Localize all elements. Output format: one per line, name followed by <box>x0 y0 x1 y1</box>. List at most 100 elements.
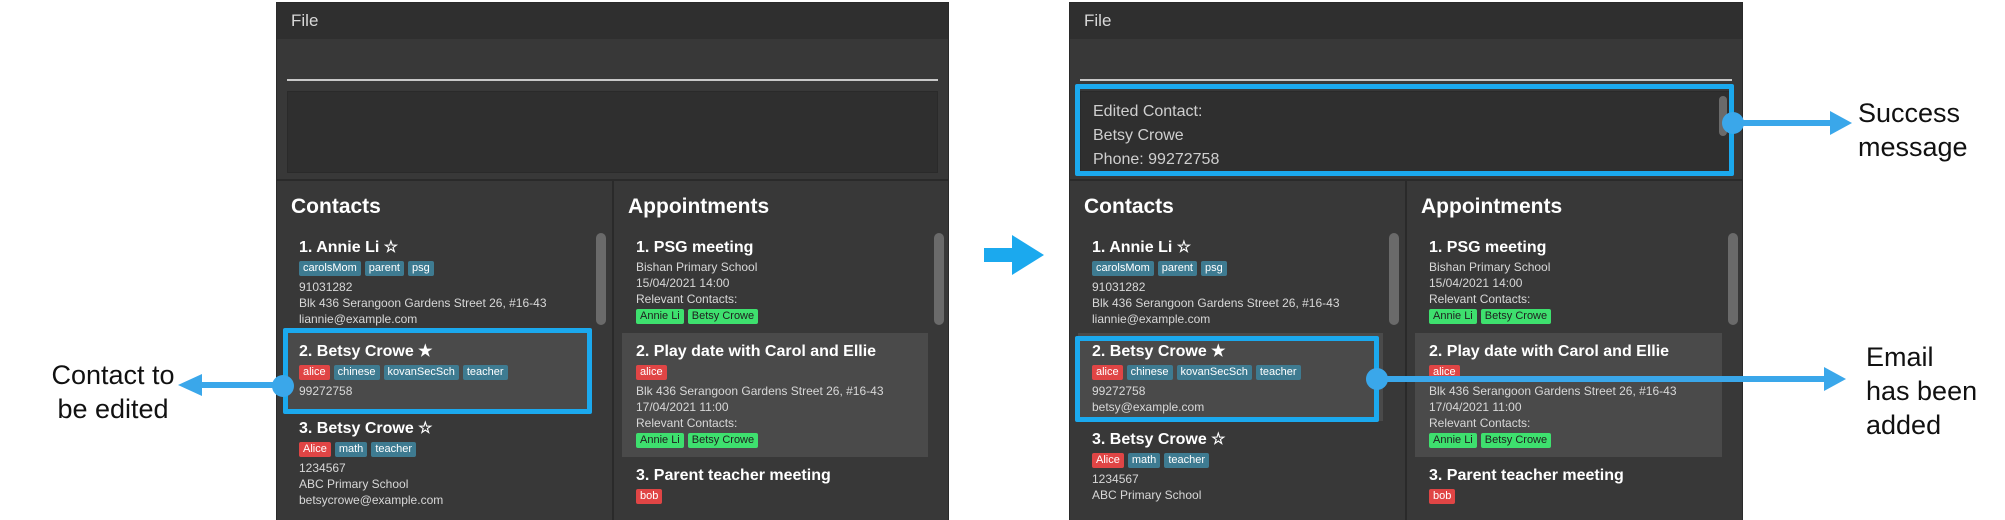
appointment-datetime: 15/04/2021 14:00 <box>1429 276 1523 290</box>
appointment-location: Bishan Primary School <box>636 260 758 274</box>
contacts-panel: Contacts 1. Annie Li ☆ carolsMom parent … <box>1070 181 1405 520</box>
appointment-location: Blk 436 Serangoon Gardens Street 26, #16… <box>1429 384 1677 398</box>
contact-address: Blk 436 Serangoon Gardens Street 26, #16… <box>1092 296 1340 310</box>
contact-email: liannie@example.com <box>299 312 418 326</box>
contact-tag: Betsy Crowe <box>687 433 759 448</box>
contacts-title: Contacts <box>1084 195 1174 218</box>
tag: teacher <box>1255 365 1301 380</box>
tag-list: carolsMom parent psg <box>1092 261 1369 277</box>
tag: parent <box>364 261 404 276</box>
contacts-scrollbar[interactable] <box>1389 233 1399 325</box>
menu-file[interactable]: File <box>1084 11 1111 30</box>
appointment-list[interactable]: 1. PSG meeting Bishan Primary School 15/… <box>622 229 928 520</box>
appointment-card[interactable]: 1. PSG meeting Bishan Primary School 15/… <box>622 229 928 333</box>
tag-list: carolsMom parent psg <box>299 261 576 277</box>
appointments-scrollbar[interactable] <box>1728 233 1738 325</box>
appointments-scrollbar[interactable] <box>934 233 944 325</box>
label-email-added: Email has been added <box>1866 342 1978 440</box>
appointment-title: 2. Play date with Carol and Ellie <box>636 343 877 360</box>
tag-list: Alice math teacher <box>1092 453 1369 469</box>
tag: teacher <box>462 365 508 380</box>
contact-address: ABC Primary School <box>1092 488 1202 502</box>
pointer-line <box>200 382 280 388</box>
contacts-scrollbar[interactable] <box>596 233 606 325</box>
label-contact-to-edit: Contact to be edited <box>51 360 175 424</box>
contact-card[interactable]: 1. Annie Li ☆ carolsMom parent psg 91031… <box>285 229 590 333</box>
appointment-title: 3. Parent teacher meeting <box>1429 467 1624 484</box>
contact-tag: Annie Li <box>1429 309 1477 324</box>
contact-list[interactable]: 1. Annie Li ☆ carolsMom parent psg 91031… <box>1078 229 1383 520</box>
contact-name: 3. Betsy Crowe ☆ <box>1092 431 1226 448</box>
contact-card[interactable]: 1. Annie Li ☆ carolsMom parent psg 91031… <box>1078 229 1383 333</box>
relevant-contacts-label: Relevant Contacts: <box>1429 416 1531 430</box>
command-input[interactable] <box>1080 41 1732 81</box>
contact-card[interactable]: 3. Betsy Crowe ☆ Alice math teacher 1234… <box>1078 421 1383 509</box>
contact-name: 2. Betsy Crowe ★ <box>299 343 433 360</box>
tag: teacher <box>371 442 417 457</box>
tag: carolsMom <box>299 261 361 276</box>
tag: chinese <box>1126 365 1173 380</box>
contact-tag: Annie Li <box>1429 433 1477 448</box>
contact-phone: 1234567 <box>299 461 346 475</box>
menu-bar: File <box>1070 3 1742 39</box>
contact-tag-list: Annie Li Betsy Crowe <box>1429 309 1708 325</box>
relevant-contacts-label: Relevant Contacts: <box>636 416 738 430</box>
appointment-location: Blk 436 Serangoon Gardens Street 26, #16… <box>636 384 884 398</box>
appointment-datetime: 17/04/2021 11:00 <box>636 400 729 414</box>
contact-tag-list: Annie Li Betsy Crowe <box>636 309 914 325</box>
tag: kovanSecSch <box>1176 365 1252 380</box>
app-window-after: File Edited Contact: Betsy Crowe Phone: … <box>1069 2 1743 520</box>
tag-list: alice chinese kovanSecSch teacher <box>299 365 576 381</box>
contact-card[interactable]: 2. Betsy Crowe ★ alice chinese kovanSecS… <box>285 333 590 410</box>
appointments-title: Appointments <box>1421 195 1563 218</box>
pointer-line <box>1740 120 1832 126</box>
appointment-card[interactable]: 2. Play date with Carol and Ellie alice … <box>622 333 928 457</box>
command-input[interactable] <box>287 41 938 81</box>
app-window-before: File Contacts 1. Annie Li ☆ carolsMom pa… <box>276 2 949 520</box>
transition-arrow-head-icon <box>1012 235 1044 275</box>
tag: alice <box>299 365 330 380</box>
pointer-line <box>1384 376 1826 382</box>
contact-address: ABC Primary School <box>299 477 409 491</box>
appointment-title: 2. Play date with Carol and Ellie <box>1429 343 1670 360</box>
contact-tag: Annie Li <box>636 433 684 448</box>
contact-card[interactable]: 2. Betsy Crowe ★ alice chinese kovanSecS… <box>1078 333 1383 421</box>
tag: psg <box>1201 261 1227 276</box>
appointment-title: 3. Parent teacher meeting <box>636 467 831 484</box>
menu-file[interactable]: File <box>291 11 318 30</box>
contact-tag: Annie Li <box>636 309 684 324</box>
contact-email: betsy@example.com <box>1092 400 1205 414</box>
tag: psg <box>408 261 434 276</box>
appointment-datetime: 15/04/2021 14:00 <box>636 276 730 290</box>
arrowhead-right-icon <box>1830 111 1852 135</box>
tag: Alice <box>299 442 331 457</box>
contact-tag: Betsy Crowe <box>1480 309 1552 324</box>
contact-list[interactable]: 1. Annie Li ☆ carolsMom parent psg 91031… <box>285 229 590 520</box>
tag: chinese <box>333 365 380 380</box>
tag-list: bob <box>636 489 914 505</box>
contact-card[interactable]: 3. Betsy Crowe ☆ Alice math teacher 1234… <box>285 410 590 514</box>
contact-name: 3. Betsy Crowe ☆ <box>299 420 433 437</box>
tag-list: alice <box>636 365 914 381</box>
tag: bob <box>636 489 663 504</box>
result-display: Edited Contact: Betsy Crowe Phone: 99272… <box>1080 91 1732 173</box>
contact-address: Blk 436 Serangoon Gardens Street 26, #16… <box>299 296 547 310</box>
contact-email: betsycrowe@example.com <box>299 493 444 507</box>
contact-name: 1. Annie Li ☆ <box>299 239 399 256</box>
contact-tag-list: Annie Li Betsy Crowe <box>1429 433 1708 449</box>
result-line: Betsy Crowe <box>1093 127 1184 144</box>
contact-name: 2. Betsy Crowe ★ <box>1092 343 1226 360</box>
appointment-card[interactable]: 3. Parent teacher meeting bob <box>1415 457 1722 513</box>
appointment-card[interactable]: 1. PSG meeting Bishan Primary School 15/… <box>1415 229 1722 333</box>
appointment-card[interactable]: 2. Play date with Carol and Ellie alice … <box>1415 333 1722 457</box>
transition-arrow <box>984 248 1014 262</box>
relevant-contacts-label: Relevant Contacts: <box>636 292 738 306</box>
tag: alice <box>1092 365 1123 380</box>
appointment-card[interactable]: 3. Parent teacher meeting bob <box>622 457 928 513</box>
appointment-list[interactable]: 1. PSG meeting Bishan Primary School 15/… <box>1415 229 1722 520</box>
label-success-message: Success message <box>1858 98 1968 162</box>
tag: parent <box>1157 261 1197 276</box>
contact-phone: 99272758 <box>299 384 353 398</box>
tag: math <box>1127 453 1161 468</box>
contact-tag-list: Annie Li Betsy Crowe <box>636 433 914 449</box>
